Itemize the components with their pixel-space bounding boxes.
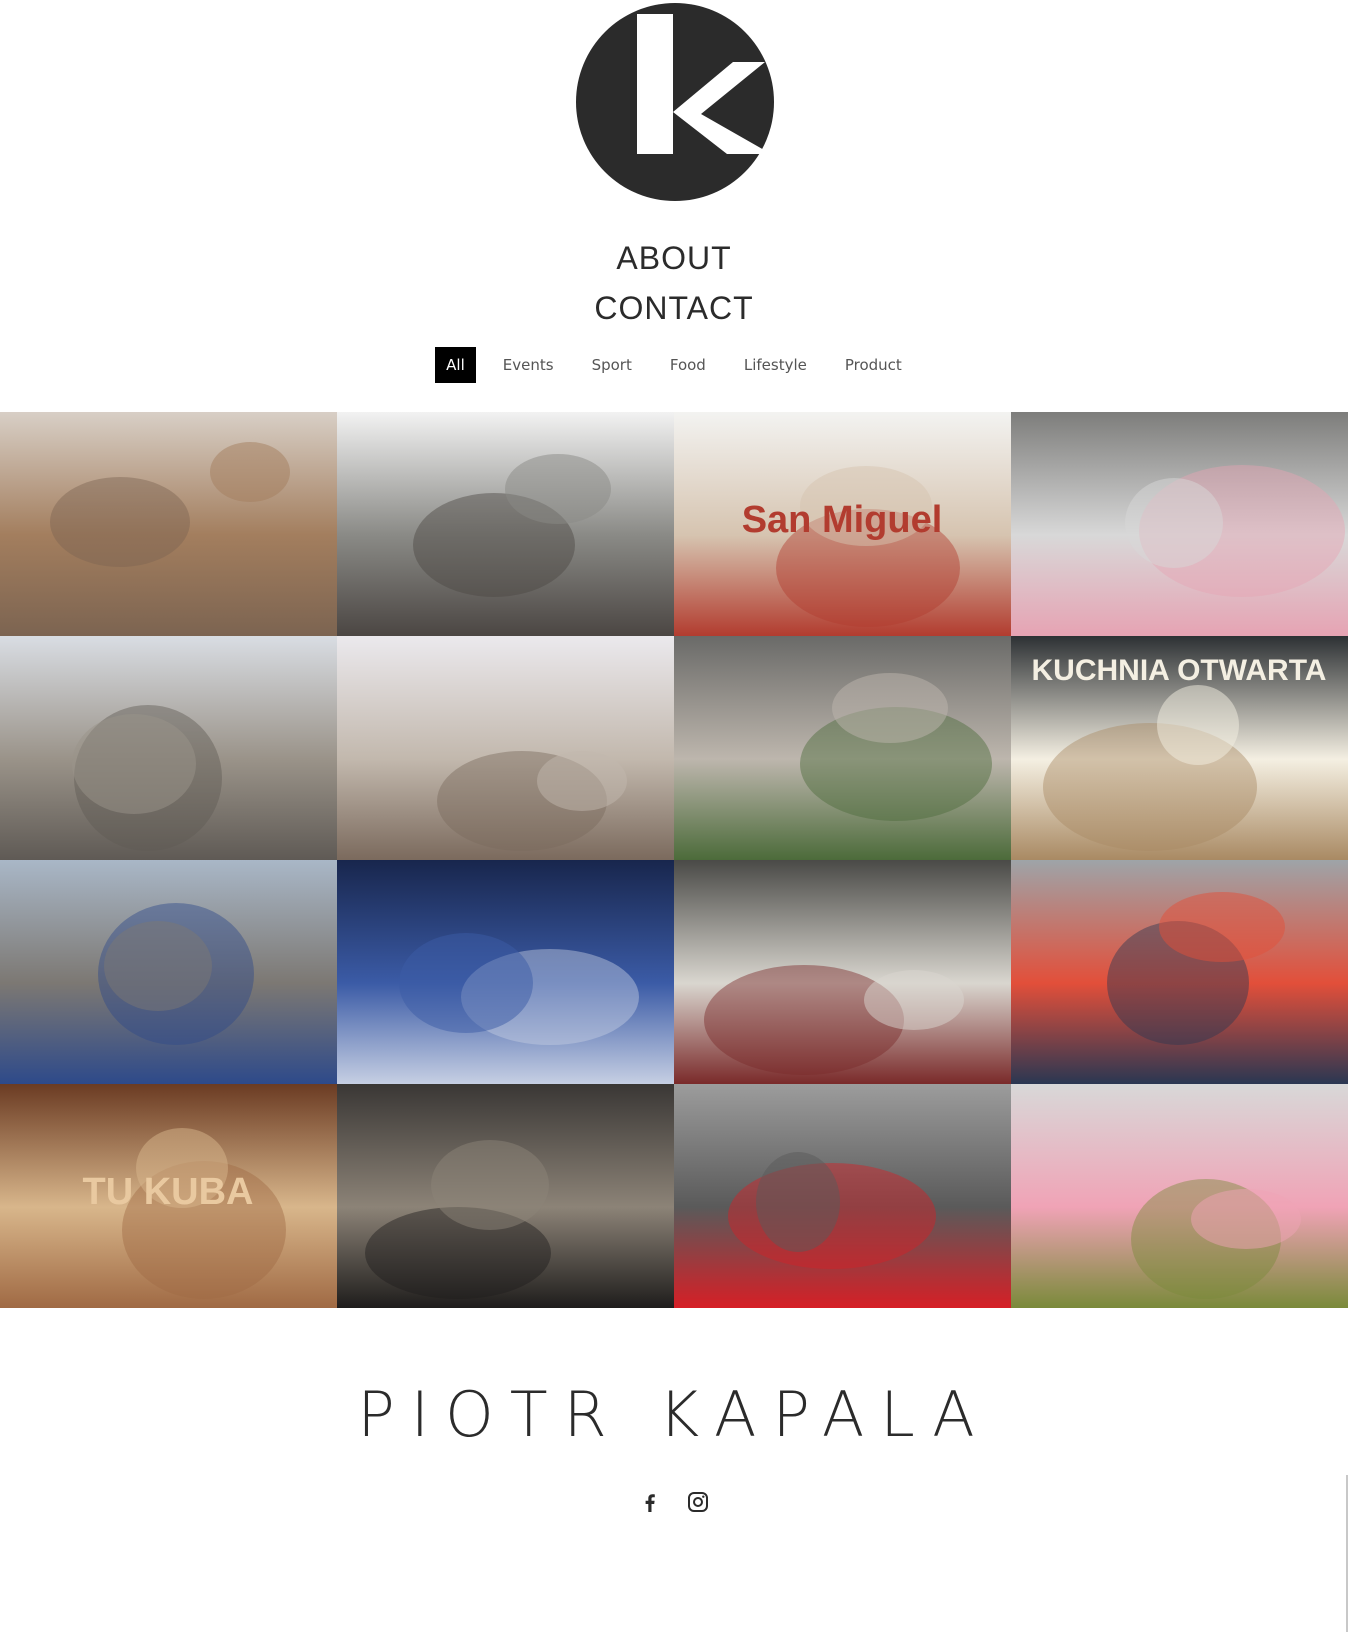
gallery-tile-woman-sunglasses-lying-top-view[interactable] bbox=[1011, 412, 1348, 636]
logo-graphic bbox=[576, 3, 774, 201]
gallery-photo bbox=[1011, 412, 1348, 636]
facebook-icon[interactable] bbox=[638, 1490, 662, 1514]
gallery-photo bbox=[1011, 1084, 1348, 1308]
gallery-tile-wine-and-sushi-table[interactable] bbox=[674, 860, 1011, 1084]
gallery-tile-offroad-quarry-landscape[interactable] bbox=[0, 636, 337, 860]
gallery-tile-redbull-motocross-start[interactable] bbox=[1011, 860, 1348, 1084]
gallery-tile-rustic-wooden-interior[interactable] bbox=[337, 1084, 674, 1308]
gallery-tile-fashion-event-photographers[interactable] bbox=[337, 412, 674, 636]
filter-events[interactable]: Events bbox=[492, 347, 565, 383]
gallery-photo bbox=[674, 860, 1011, 1084]
gallery-tile-tu-kuba-bread-board[interactable]: TU KUBA bbox=[0, 1084, 337, 1308]
k-circle-logo-icon[interactable] bbox=[575, 2, 775, 202]
photo-sign-text: TU KUBA bbox=[83, 1171, 254, 1213]
gallery-photo bbox=[674, 636, 1011, 860]
gallery-photo bbox=[674, 1084, 1011, 1308]
filter-all[interactable]: All bbox=[435, 347, 476, 383]
gallery-photo bbox=[337, 412, 674, 636]
gallery-photo bbox=[337, 636, 674, 860]
photo-sign-text: San Miguel bbox=[742, 499, 943, 541]
gallery-tile-breakfast-window-still-life[interactable] bbox=[337, 636, 674, 860]
gallery-tile-woman-flower-wreath-top-view[interactable] bbox=[1011, 1084, 1348, 1308]
gallery-photo bbox=[337, 860, 674, 1084]
filter-sport[interactable]: Sport bbox=[581, 347, 643, 383]
gallery-tile-restaurant-interior-plants[interactable] bbox=[674, 636, 1011, 860]
gallery-tile-kuchnia-otwarta-neon-table[interactable]: KUCHNIA OTWARTA bbox=[1011, 636, 1348, 860]
filter-food[interactable]: Food bbox=[659, 347, 717, 383]
gallery-tile-weimaraner-dog-with-flowers[interactable] bbox=[0, 412, 337, 636]
footer-name: PIOTR KAPALA bbox=[357, 1378, 991, 1451]
gallery-photo bbox=[0, 636, 337, 860]
photo-gallery-grid: San Miguel KUCHNIA OTWARTA TU KUBA bbox=[0, 412, 1348, 1308]
gallery-tile-red-ferrari-street-crowd[interactable] bbox=[674, 1084, 1011, 1308]
instagram-icon[interactable] bbox=[686, 1490, 710, 1514]
photo-sign-text: KUCHNIA OTWARTA bbox=[1032, 654, 1327, 687]
menu-contact-link[interactable]: CONTACT bbox=[0, 290, 1348, 327]
gallery-tile-motocross-riders-pushing-bike[interactable] bbox=[0, 860, 337, 1084]
gallery-photo: KUCHNIA OTWARTA bbox=[1011, 636, 1348, 860]
gallery-photo bbox=[1011, 860, 1348, 1084]
gallery-photo: San Miguel bbox=[674, 412, 1011, 636]
category-filter-bar: All Events Sport Food Lifestyle Product bbox=[0, 347, 1348, 383]
gallery-photo bbox=[0, 412, 337, 636]
gallery-tile-woman-in-pool-night[interactable] bbox=[337, 860, 674, 1084]
filter-product[interactable]: Product bbox=[834, 347, 913, 383]
gallery-photo bbox=[337, 1084, 674, 1308]
gallery-photo bbox=[0, 860, 337, 1084]
gallery-photo: TU KUBA bbox=[0, 1084, 337, 1308]
gallery-tile-san-miguel-beach-stand[interactable]: San Miguel bbox=[674, 412, 1011, 636]
social-links bbox=[0, 1490, 1348, 1514]
menu-about-link[interactable]: ABOUT bbox=[0, 240, 1348, 277]
filter-lifestyle[interactable]: Lifestyle bbox=[733, 347, 818, 383]
